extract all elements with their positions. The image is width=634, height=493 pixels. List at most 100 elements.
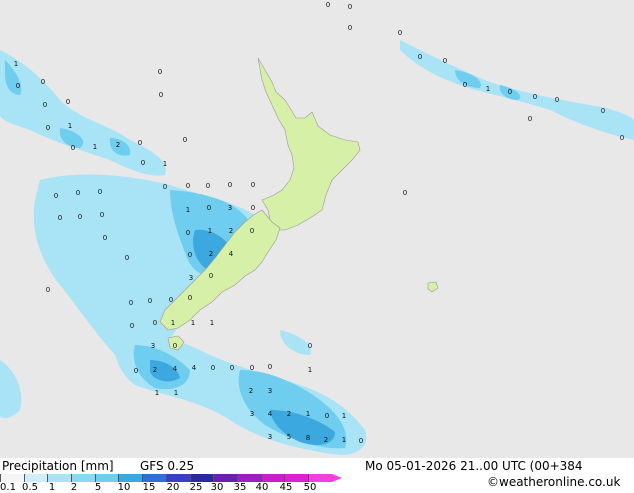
precip-value: 0 (348, 3, 352, 11)
precipitation-map: 0 0 0 0 1 0 0 0 0 0 0 1 2 0 0 0 1 0 0 0 … (0, 0, 634, 458)
precip-value: 0 (100, 211, 104, 219)
legend-tick-label: 1 (48, 482, 56, 493)
precip-value: 0 (76, 189, 80, 197)
legend-tick-label: 20 (166, 482, 180, 493)
precip-value: 0 (398, 29, 402, 37)
precip-value: 0 (54, 192, 58, 200)
precip-value: 1 (163, 160, 167, 168)
precip-value: 1 (68, 122, 72, 130)
legend-tick-label: 35 (233, 482, 247, 493)
precip-value: 1 (342, 412, 346, 420)
precip-value: 4 (229, 250, 234, 258)
precip-value: 0 (186, 229, 190, 237)
precip-value: 0 (41, 78, 45, 86)
legend-tick-label: 45 (279, 482, 293, 493)
precip-value: 1 (191, 319, 195, 327)
legend-tick-label: 10 (117, 482, 131, 493)
precip-value: 0 (16, 82, 20, 90)
precip-value: 1 (210, 319, 214, 327)
precip-value: 8 (306, 434, 310, 442)
precip-value: 0 (528, 115, 532, 123)
precip-value: 0 (71, 144, 75, 152)
precip-value: 0 (188, 251, 192, 259)
legend-swatch (71, 474, 95, 482)
precip-value: 0 (103, 234, 107, 242)
precip-value: 4 (173, 365, 178, 373)
forecast-datetime: Mo 05-01-2026 21..00 UTC (00+384 (365, 459, 583, 473)
precip-value: 0 (348, 24, 352, 32)
legend-swatch (307, 474, 332, 482)
precip-value: 0 (186, 182, 190, 190)
precip-value: 0 (230, 364, 234, 372)
legend-tick-label: 30 (210, 482, 224, 493)
precip-value: 2 (153, 366, 157, 374)
precip-value: 0 (209, 272, 213, 280)
precip-value: 0 (173, 342, 177, 350)
precip-value: 0 (159, 91, 163, 99)
precip-value: 0 (508, 88, 512, 96)
precip-value: 5 (287, 433, 291, 441)
legend-swatch (260, 474, 285, 482)
precip-value: 3 (268, 387, 272, 395)
model-name: GFS 0.25 (140, 459, 195, 473)
legend-swatch (118, 474, 143, 482)
precip-value: 0 (43, 101, 47, 109)
legend-swatch (284, 474, 308, 482)
precip-value: 3 (268, 433, 272, 441)
precip-value: 3 (151, 342, 155, 350)
precip-value: 2 (249, 387, 253, 395)
legend-swatch (94, 474, 119, 482)
precip-value: 0 (250, 227, 254, 235)
precip-value: 0 (418, 53, 422, 61)
legend-swatch (0, 474, 24, 482)
precip-value: 0 (308, 342, 312, 350)
precip-value: 2 (209, 250, 213, 258)
precip-value: 0 (326, 1, 330, 9)
precip-value: 0 (158, 68, 162, 76)
legend-tick-label: 0.5 (22, 482, 38, 493)
precip-value: 3 (250, 410, 254, 418)
precip-value: 2 (116, 141, 120, 149)
legend-swatch (142, 474, 166, 482)
precip-value: 0 (443, 57, 447, 65)
precip-value: 0 (251, 204, 255, 212)
precip-value: 0 (46, 286, 50, 294)
precip-value: 0 (98, 188, 102, 196)
precip-value: 1 (155, 389, 159, 397)
precip-value: 0 (250, 364, 254, 372)
map-canvas: 0 0 0 0 1 0 0 0 0 0 0 1 2 0 0 0 1 0 0 0 … (0, 0, 634, 458)
legend-tick-label: 0.1 (0, 482, 16, 493)
precip-value: 0 (207, 204, 211, 212)
precipitation-legend-bar (0, 474, 342, 482)
precip-value: 2 (229, 227, 233, 235)
precip-value: 3 (189, 274, 193, 282)
precip-value: 0 (58, 214, 62, 222)
precip-value: 2 (324, 436, 328, 444)
precip-value: 0 (403, 189, 407, 197)
precip-value: 0 (228, 181, 232, 189)
precip-value: 0 (148, 297, 152, 305)
precip-value: 1 (171, 319, 175, 327)
precip-value: 0 (251, 181, 255, 189)
precip-value: 0 (183, 136, 187, 144)
precip-value: 3 (228, 204, 232, 212)
legend-tick-label: 40 (255, 482, 269, 493)
legend-swatch (47, 474, 72, 482)
precip-value: 0 (130, 322, 134, 330)
precip-value: 1 (186, 206, 190, 214)
precip-value: 0 (66, 98, 70, 106)
precip-value: 0 (359, 437, 363, 445)
precip-value: 4 (268, 410, 273, 418)
precip-value: 0 (325, 412, 329, 420)
precip-value: 0 (188, 294, 192, 302)
precip-value: 1 (208, 227, 212, 235)
credit-link[interactable]: ©weatheronline.co.uk (487, 475, 620, 489)
legend-swatch (213, 474, 237, 482)
precip-value: 0 (533, 93, 537, 101)
precip-value: 1 (93, 143, 97, 151)
legend-arrow (331, 474, 342, 482)
precip-value: 0 (129, 299, 133, 307)
legend-tick-label: 2 (70, 482, 78, 493)
precip-value: 0 (153, 319, 157, 327)
precip-value: 0 (206, 182, 210, 190)
